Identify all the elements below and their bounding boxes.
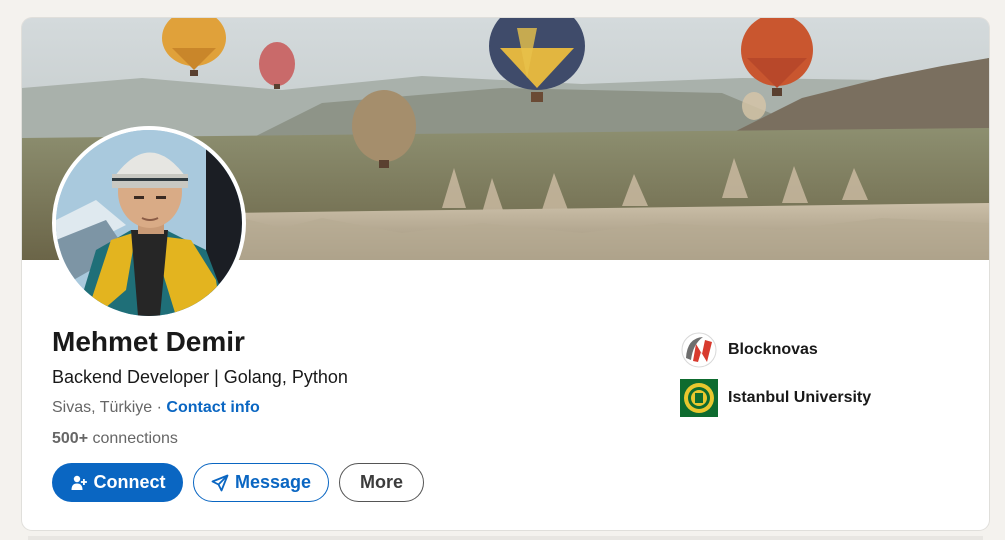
next-card-edge xyxy=(28,536,983,540)
paper-plane-icon xyxy=(211,474,229,492)
istanbul-university-logo xyxy=(680,379,718,417)
location-text: Sivas, Türkiye xyxy=(52,399,153,416)
org-name: Istanbul University xyxy=(728,389,872,406)
add-person-icon xyxy=(70,474,88,492)
connections-count[interactable]: 500+ connections xyxy=(52,430,178,448)
org-item-blocknovas[interactable]: Blocknovas xyxy=(680,330,871,370)
more-label: More xyxy=(359,472,403,492)
message-label: Message xyxy=(234,472,312,492)
profile-photo xyxy=(56,130,242,316)
more-button[interactable]: More xyxy=(339,463,424,502)
org-item-istanbul-university[interactable]: Istanbul University xyxy=(680,378,871,418)
blocknovas-logo xyxy=(680,331,718,369)
profile-headline: Backend Developer | Golang, Python xyxy=(52,367,348,387)
message-button[interactable]: Message xyxy=(193,463,329,502)
organizations-list: Blocknovas Istanbul University xyxy=(680,330,871,426)
profile-avatar[interactable] xyxy=(52,126,246,320)
connections-number: 500+ xyxy=(52,430,89,447)
contact-info-link[interactable]: Contact info xyxy=(166,399,259,416)
profile-actions: Connect Message More xyxy=(52,463,424,502)
profile-card: Mehmet Demir Backend Developer | Golang,… xyxy=(22,18,989,530)
location-row: Sivas, Türkiye · Contact info xyxy=(52,399,260,417)
connect-label: Connect xyxy=(93,472,166,492)
connect-button[interactable]: Connect xyxy=(52,463,183,502)
connections-label: connections xyxy=(88,430,178,447)
separator-dot: · xyxy=(152,399,167,416)
org-name: Blocknovas xyxy=(728,341,818,358)
profile-name: Mehmet Demir xyxy=(52,326,245,357)
